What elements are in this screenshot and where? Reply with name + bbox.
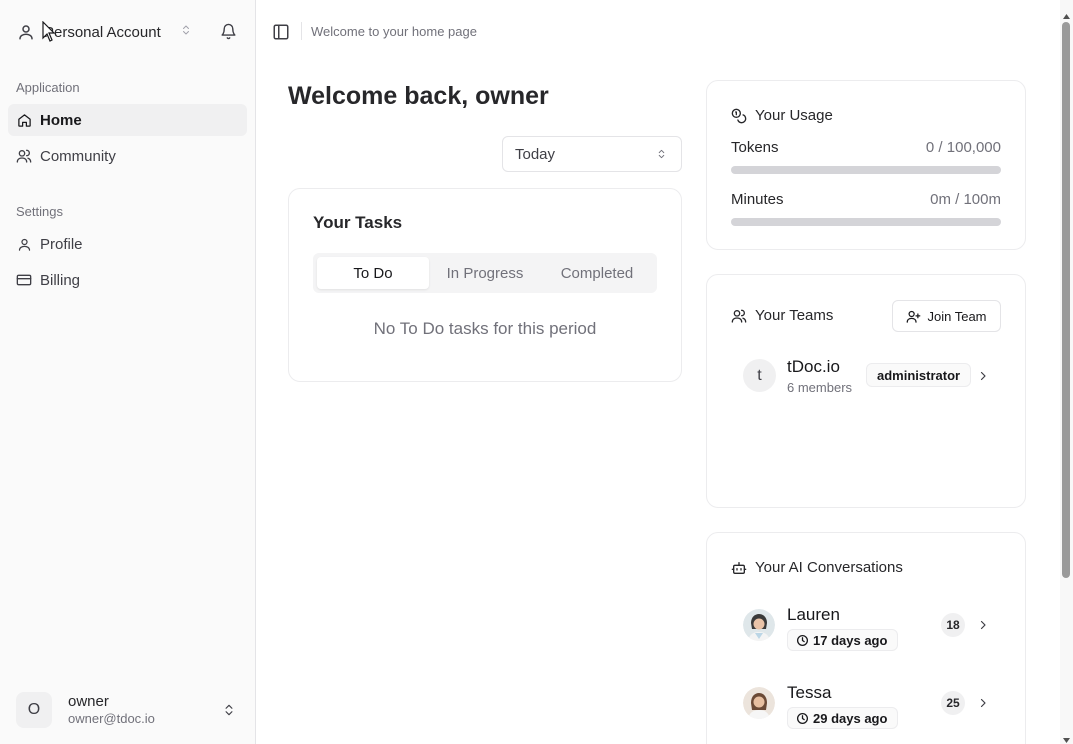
users-icon xyxy=(731,308,747,324)
conversation-name: Tessa xyxy=(787,683,832,702)
scrollbar-thumb[interactable] xyxy=(1062,22,1070,578)
sidebar-item-label: Billing xyxy=(40,271,81,289)
role-badge: administrator xyxy=(866,363,972,387)
mouse-cursor-icon xyxy=(42,20,56,48)
teams-title: Your Teams xyxy=(755,307,834,324)
page-title: Welcome back, owner xyxy=(288,82,549,110)
usage-progress-bar xyxy=(731,218,1001,226)
sidebar-item-billing[interactable]: Billing xyxy=(8,264,247,296)
divider xyxy=(301,22,302,40)
teams-header: Your Teams xyxy=(731,307,833,324)
usage-header: Your Usage xyxy=(731,107,833,124)
period-select-value: Today xyxy=(515,145,556,163)
time-text: 29 days ago xyxy=(813,710,888,726)
usage-label: Tokens xyxy=(731,139,779,156)
team-row[interactable]: t tDoc.io 6 members administrator xyxy=(743,357,1003,395)
clock-icon xyxy=(796,634,809,647)
join-team-button[interactable]: Join Team xyxy=(892,300,1001,332)
user-icon xyxy=(16,236,32,252)
tab-completed[interactable]: Completed xyxy=(541,257,653,289)
usage-row-minutes: Minutes 0m / 100m xyxy=(731,191,1001,208)
credit-card-icon xyxy=(16,272,32,288)
sidebar-item-label: Community xyxy=(40,147,116,165)
clock-icon xyxy=(796,712,809,725)
vertical-scrollbar[interactable] xyxy=(1060,0,1073,744)
time-text: 17 days ago xyxy=(813,632,888,648)
breadcrumb: Welcome to your home page xyxy=(311,24,477,39)
sidebar-item-home[interactable]: Home xyxy=(8,104,247,136)
section-label-application: Application xyxy=(16,80,80,95)
tasks-title: Your Tasks xyxy=(313,213,403,232)
tasks-card: Your Tasks To Do In Progress Completed N… xyxy=(288,188,682,382)
conversation-row[interactable]: Tessa 29 days ago 25 xyxy=(743,683,1003,729)
conversation-row[interactable]: Lauren 17 days ago 18 xyxy=(743,605,1003,651)
section-label-settings: Settings xyxy=(16,204,63,219)
team-name: tDoc.io xyxy=(787,357,840,376)
time-badge: 17 days ago xyxy=(787,629,899,651)
avatar xyxy=(743,609,775,641)
sidebar-item-label: Profile xyxy=(40,235,83,253)
avatar xyxy=(743,687,775,719)
task-tabs: To Do In Progress Completed xyxy=(313,253,657,293)
time-badge: 29 days ago xyxy=(787,707,899,729)
user-plus-icon xyxy=(906,309,921,324)
top-bar: Welcome to your home page xyxy=(256,0,1060,64)
chevron-right-icon[interactable] xyxy=(977,618,989,637)
account-name: Personal Account xyxy=(44,23,161,41)
empty-state-text: No To Do tasks for this period xyxy=(373,319,597,338)
chevrons-up-down-icon xyxy=(656,147,667,165)
tab-in-progress[interactable]: In Progress xyxy=(429,257,541,289)
user-name: owner xyxy=(68,692,109,710)
user-icon xyxy=(8,23,44,41)
chevrons-up-down-icon xyxy=(180,23,192,42)
join-team-label: Join Team xyxy=(927,308,987,324)
ai-title: Your AI Conversations xyxy=(755,559,903,576)
users-icon xyxy=(16,148,32,164)
chevron-right-icon[interactable] xyxy=(977,369,989,388)
sidebar-item-community[interactable]: Community xyxy=(8,140,247,172)
avatar: O xyxy=(16,692,52,728)
user-menu[interactable]: O owner owner@tdoc.io xyxy=(16,692,240,728)
usage-value: 0 / 100,000 xyxy=(925,139,1001,156)
sidebar-item-label: Home xyxy=(40,111,82,129)
ai-header: Your AI Conversations xyxy=(731,559,903,576)
team-avatar: t xyxy=(743,359,776,392)
usage-card: Your Usage Tokens 0 / 100,000 Minutes 0m… xyxy=(706,80,1026,250)
message-count-badge: 18 xyxy=(941,613,965,637)
usage-value: 0m / 100m xyxy=(930,191,1001,208)
tab-to-do[interactable]: To Do xyxy=(317,257,429,289)
team-members: 6 members xyxy=(787,380,853,395)
sidebar-item-profile[interactable]: Profile xyxy=(8,228,247,260)
ai-conversations-card: Your AI Conversations Lauren 17 days ago… xyxy=(706,532,1026,744)
scroll-down-arrow-icon[interactable] xyxy=(1063,730,1070,744)
period-select[interactable]: Today xyxy=(502,136,682,172)
home-icon xyxy=(16,112,32,128)
message-count-badge: 25 xyxy=(941,691,965,715)
chevrons-up-down-icon xyxy=(222,702,236,723)
sidebar: Personal Account Application Home Commun… xyxy=(0,0,256,744)
usage-row-tokens: Tokens 0 / 100,000 xyxy=(731,139,1001,156)
conversation-name: Lauren xyxy=(787,605,840,624)
teams-card: Your Teams Join Team t tDoc.io 6 members… xyxy=(706,274,1026,508)
chevron-right-icon[interactable] xyxy=(977,696,989,715)
usage-label: Minutes xyxy=(731,191,784,208)
bell-icon[interactable] xyxy=(220,23,237,45)
user-email: owner@tdoc.io xyxy=(68,711,155,727)
coins-icon xyxy=(731,108,747,124)
panel-left-icon[interactable] xyxy=(272,23,290,46)
bot-icon xyxy=(731,560,747,576)
usage-progress-bar xyxy=(731,166,1001,174)
usage-title: Your Usage xyxy=(755,107,833,124)
